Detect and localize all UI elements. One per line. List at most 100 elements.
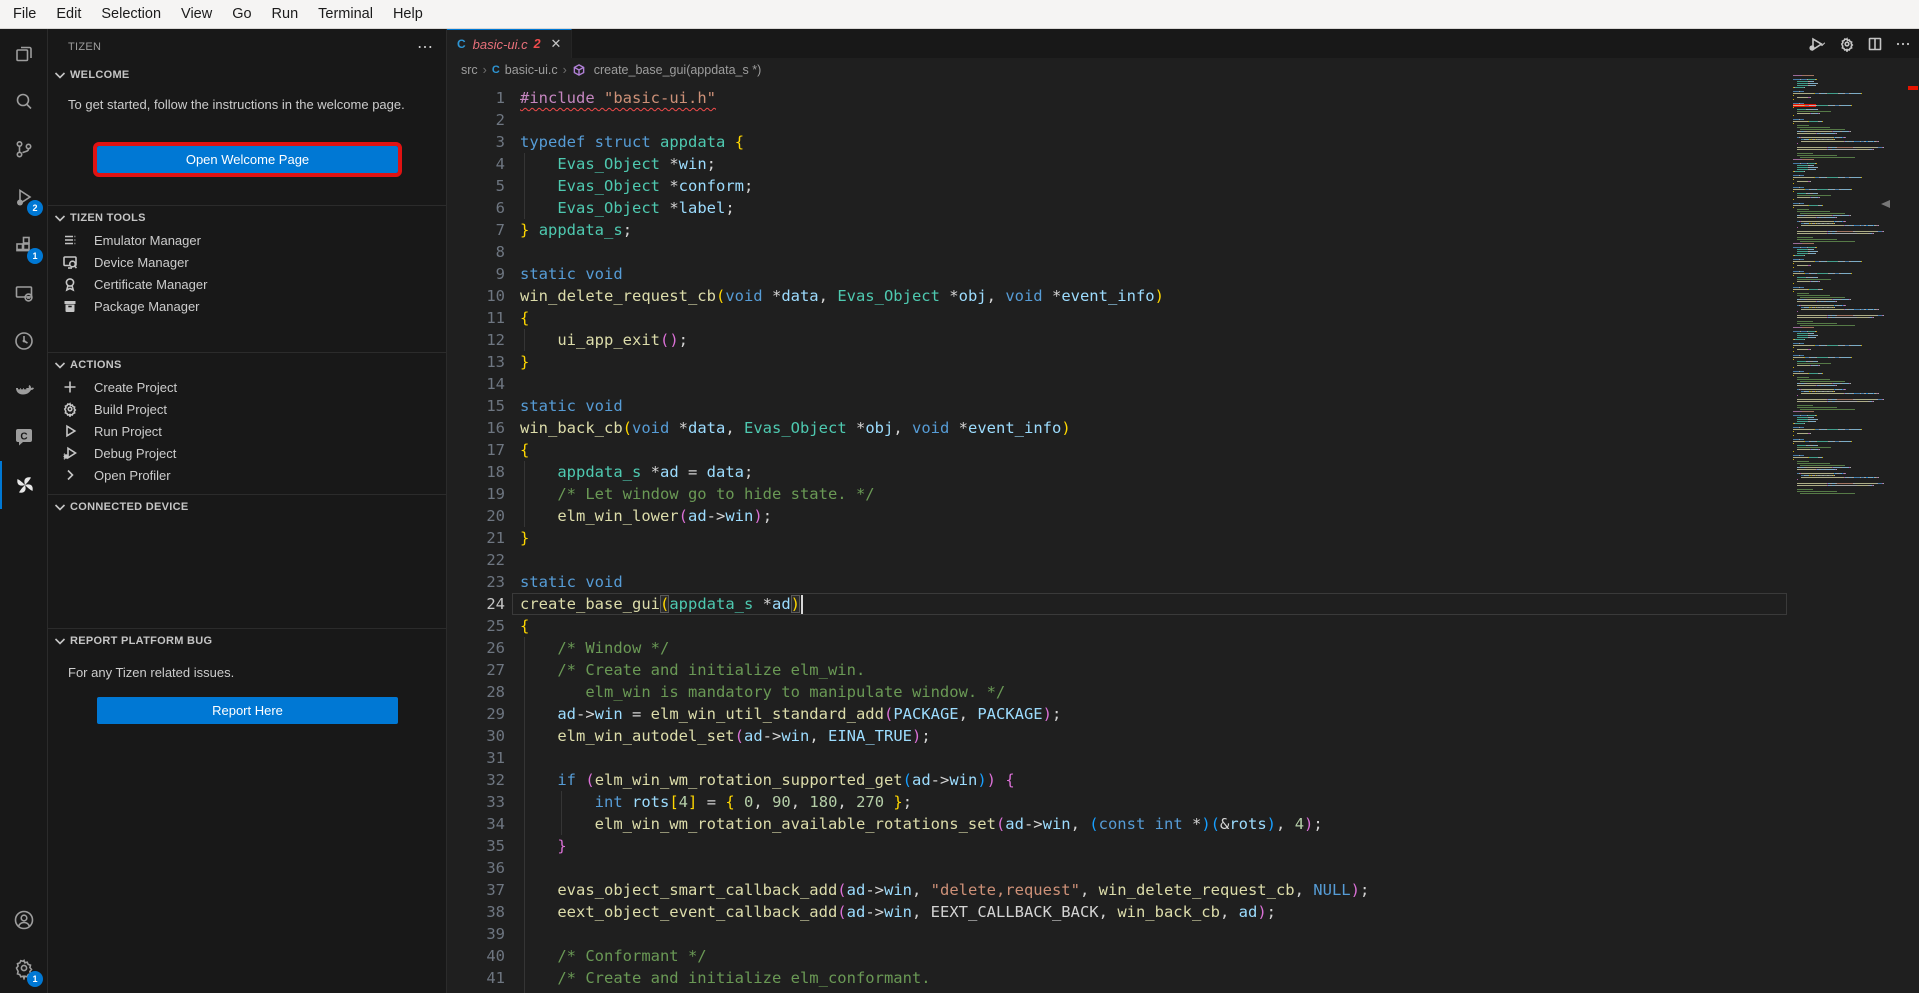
sidebar-item-build-project[interactable]: Build Project xyxy=(48,398,446,420)
split-editor-icon[interactable] xyxy=(1867,36,1883,52)
section-header-welcome[interactable]: WELCOME xyxy=(48,64,446,86)
breadcrumb-item[interactable]: create_base_gui(appdata_s *) xyxy=(572,63,761,77)
more-actions-icon[interactable]: ⋯ xyxy=(417,37,434,57)
menu-item-file[interactable]: File xyxy=(3,0,46,29)
indent-guide xyxy=(524,857,525,879)
code-line-19: 19 /* Let window go to hide state. */ xyxy=(447,483,1793,505)
open-welcome-page-button[interactable]: Open Welcome Page xyxy=(97,146,398,173)
activity-item-account[interactable] xyxy=(0,896,48,944)
close-icon[interactable]: ✕ xyxy=(551,36,562,52)
minimap-row xyxy=(1793,307,1907,308)
minimap-row xyxy=(1793,355,1907,356)
sidebar-item-emulator-manager[interactable]: Emulator Manager xyxy=(48,229,446,251)
menu-item-run[interactable]: Run xyxy=(262,0,309,29)
minimap-row xyxy=(1793,281,1907,282)
breadcrumb-label: create_base_gui(appdata_s *) xyxy=(594,63,761,77)
activity-item-remote-device[interactable] xyxy=(0,269,48,317)
minimap-row xyxy=(1793,105,1907,106)
minimap-row xyxy=(1793,257,1907,258)
line-number: 11 xyxy=(447,307,505,329)
menu-item-edit[interactable]: Edit xyxy=(46,0,91,29)
breadcrumb-item[interactable]: src xyxy=(461,63,478,77)
sidebar-item-create-project[interactable]: Create Project xyxy=(48,376,446,398)
sidebar-item-device-manager[interactable]: Device Manager xyxy=(48,251,446,273)
overview-ruler[interactable] xyxy=(1907,29,1919,993)
menu-item-selection[interactable]: Selection xyxy=(91,0,171,29)
sidebar-item-certificate-manager[interactable]: Certificate Manager xyxy=(48,273,446,295)
account-icon xyxy=(12,908,36,932)
code-line-26: 26 /* Window */ xyxy=(447,637,1793,659)
report-here-button[interactable]: Report Here xyxy=(97,697,398,724)
sidebar-item-open-profiler[interactable]: Open Profiler xyxy=(48,464,446,486)
activity-badge: 1 xyxy=(27,971,43,987)
breadcrumb-item[interactable]: Cbasic-ui.c xyxy=(492,63,558,77)
code-line-15: 15static void xyxy=(447,395,1793,417)
line-number: 18 xyxy=(447,461,505,483)
minimap-row xyxy=(1793,193,1907,194)
activity-item-tizen[interactable] xyxy=(0,461,48,509)
menu-item-terminal[interactable]: Terminal xyxy=(308,0,383,29)
minimap-row xyxy=(1793,359,1907,360)
section-header-connected-device[interactable]: CONNECTED DEVICE xyxy=(48,496,446,518)
tab-bar: C basic-ui.c 2 ✕ xyxy=(447,29,1919,58)
minimap-row xyxy=(1793,381,1907,382)
minimap-row xyxy=(1793,275,1907,276)
minimap-row xyxy=(1793,291,1907,292)
minimap-row xyxy=(1793,417,1907,418)
section-header-report-platform-bug[interactable]: REPORT PLATFORM BUG xyxy=(48,630,446,652)
minimap-row xyxy=(1793,163,1907,164)
minimap-row xyxy=(1793,371,1907,372)
menu-item-help[interactable]: Help xyxy=(383,0,433,29)
minimap[interactable] xyxy=(1793,75,1907,993)
code-editor[interactable]: 1#include "basic-ui.h"23typedef struct a… xyxy=(447,81,1793,993)
minimap-row xyxy=(1793,77,1907,78)
minimap-row xyxy=(1793,157,1907,158)
minimap-row xyxy=(1793,181,1907,182)
minimap-row xyxy=(1793,165,1907,166)
activity-item-c-tools[interactable]: C xyxy=(0,413,48,461)
minimap-row xyxy=(1793,131,1907,132)
gear-icon[interactable] xyxy=(1839,36,1855,52)
minimap-row xyxy=(1793,117,1907,118)
minimap-row xyxy=(1793,153,1907,154)
minimap-row xyxy=(1793,339,1907,340)
sidebar-item-run-project[interactable]: Run Project xyxy=(48,420,446,442)
code-line-42: 42 elm_conformant is mandatory for base … xyxy=(447,989,1793,993)
sidebar-item-label: Build Project xyxy=(94,402,167,417)
run-or-debug-icon[interactable] xyxy=(1807,36,1827,52)
activity-item-profiler[interactable] xyxy=(0,317,48,365)
minimap-row xyxy=(1793,229,1907,230)
line-number: 28 xyxy=(447,681,505,703)
sidebar-item-package-manager[interactable]: Package Manager xyxy=(48,295,446,317)
minimap-row xyxy=(1793,89,1907,90)
menu-item-go[interactable]: Go xyxy=(222,0,261,29)
activity-item-extensions[interactable]: 1 xyxy=(0,221,48,269)
section-header-tizen-tools[interactable]: TIZEN TOOLS xyxy=(48,207,446,229)
minimap-row xyxy=(1793,455,1907,456)
minimap-row xyxy=(1793,429,1907,430)
code-line-3: 3typedef struct appdata { xyxy=(447,131,1793,153)
section-header-actions[interactable]: ACTIONS xyxy=(48,354,446,376)
minimap-row xyxy=(1793,379,1907,380)
activity-item-explorer[interactable] xyxy=(0,29,48,77)
minimap-row xyxy=(1793,273,1907,274)
activity-item-search[interactable] xyxy=(0,77,48,125)
minimap-row xyxy=(1793,223,1907,224)
minimap-row xyxy=(1793,445,1907,446)
minimap-row xyxy=(1793,433,1907,434)
sidebar-item-debug-project[interactable]: Debug Project xyxy=(48,442,446,464)
activity-item-settings[interactable]: 1 xyxy=(0,944,48,992)
minimap-row xyxy=(1793,169,1907,170)
activity-item-run-and-debug[interactable]: 2 xyxy=(0,173,48,221)
minimap-row xyxy=(1793,327,1907,328)
menu-item-view[interactable]: View xyxy=(171,0,222,29)
activity-item-source-control[interactable] xyxy=(0,125,48,173)
minimap-row xyxy=(1793,357,1907,358)
minimap-row xyxy=(1793,143,1907,144)
code-line-35: 35 } xyxy=(447,835,1793,857)
breadcrumb-label: src xyxy=(461,63,478,77)
tab-basic-ui-c[interactable]: C basic-ui.c 2 ✕ xyxy=(447,29,572,58)
activity-item-docker[interactable] xyxy=(0,365,48,413)
section-title: ACTIONS xyxy=(70,359,122,371)
build-project-icon xyxy=(62,401,86,417)
